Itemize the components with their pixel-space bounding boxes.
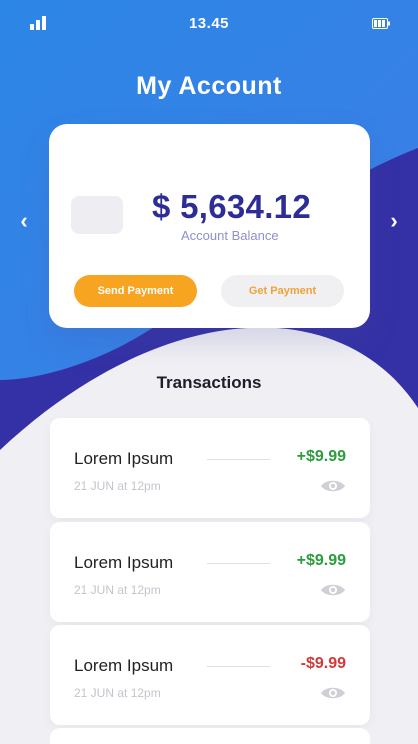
status-time: 13.45 bbox=[188, 15, 230, 32]
balance-label: Account Balance bbox=[181, 228, 279, 243]
transaction-amount: +$9.99 bbox=[296, 552, 346, 569]
divider-line bbox=[207, 666, 270, 667]
send-payment-button[interactable]: Send Payment bbox=[74, 275, 197, 307]
balance-amount: $ 5,634.12 bbox=[152, 188, 311, 225]
eye-icon[interactable] bbox=[320, 685, 346, 701]
transaction-amount: -$9.99 bbox=[300, 655, 346, 672]
divider-line bbox=[207, 563, 270, 564]
status-bar: 13.45 bbox=[0, 0, 418, 48]
chevron-right-icon[interactable]: › bbox=[382, 206, 406, 236]
transactions-title: Transactions bbox=[156, 373, 262, 392]
transaction-item[interactable]: Lorem Ipsum -$9.99 21 JUN at 12pm bbox=[50, 625, 370, 725]
transaction-name: Lorem Ipsum bbox=[74, 449, 174, 468]
transaction-date: 21 JUN at 12pm bbox=[74, 686, 161, 700]
battery-icon bbox=[372, 18, 390, 29]
transaction-name: Lorem Ipsum bbox=[74, 553, 174, 572]
transaction-date: 21 JUN at 12pm bbox=[74, 583, 161, 597]
transaction-name: Lorem Ipsum bbox=[74, 656, 174, 675]
divider-line bbox=[207, 459, 270, 460]
chevron-left-icon[interactable]: ‹ bbox=[12, 206, 36, 236]
balance-card: $ 5,634.12 Account Balance Send Payment … bbox=[49, 124, 370, 328]
eye-icon[interactable] bbox=[320, 478, 346, 494]
transaction-amount: +$9.99 bbox=[296, 448, 346, 465]
transaction-item-partial[interactable] bbox=[50, 728, 370, 744]
page-title: My Account bbox=[136, 72, 282, 100]
get-payment-button[interactable]: Get Payment bbox=[221, 275, 344, 307]
eye-icon[interactable] bbox=[320, 582, 346, 598]
transaction-date: 21 JUN at 12pm bbox=[74, 479, 161, 493]
card-thumbnail bbox=[71, 196, 123, 234]
transaction-item[interactable]: Lorem Ipsum +$9.99 21 JUN at 12pm bbox=[50, 418, 370, 518]
transaction-item[interactable]: Lorem Ipsum +$9.99 21 JUN at 12pm bbox=[50, 522, 370, 622]
